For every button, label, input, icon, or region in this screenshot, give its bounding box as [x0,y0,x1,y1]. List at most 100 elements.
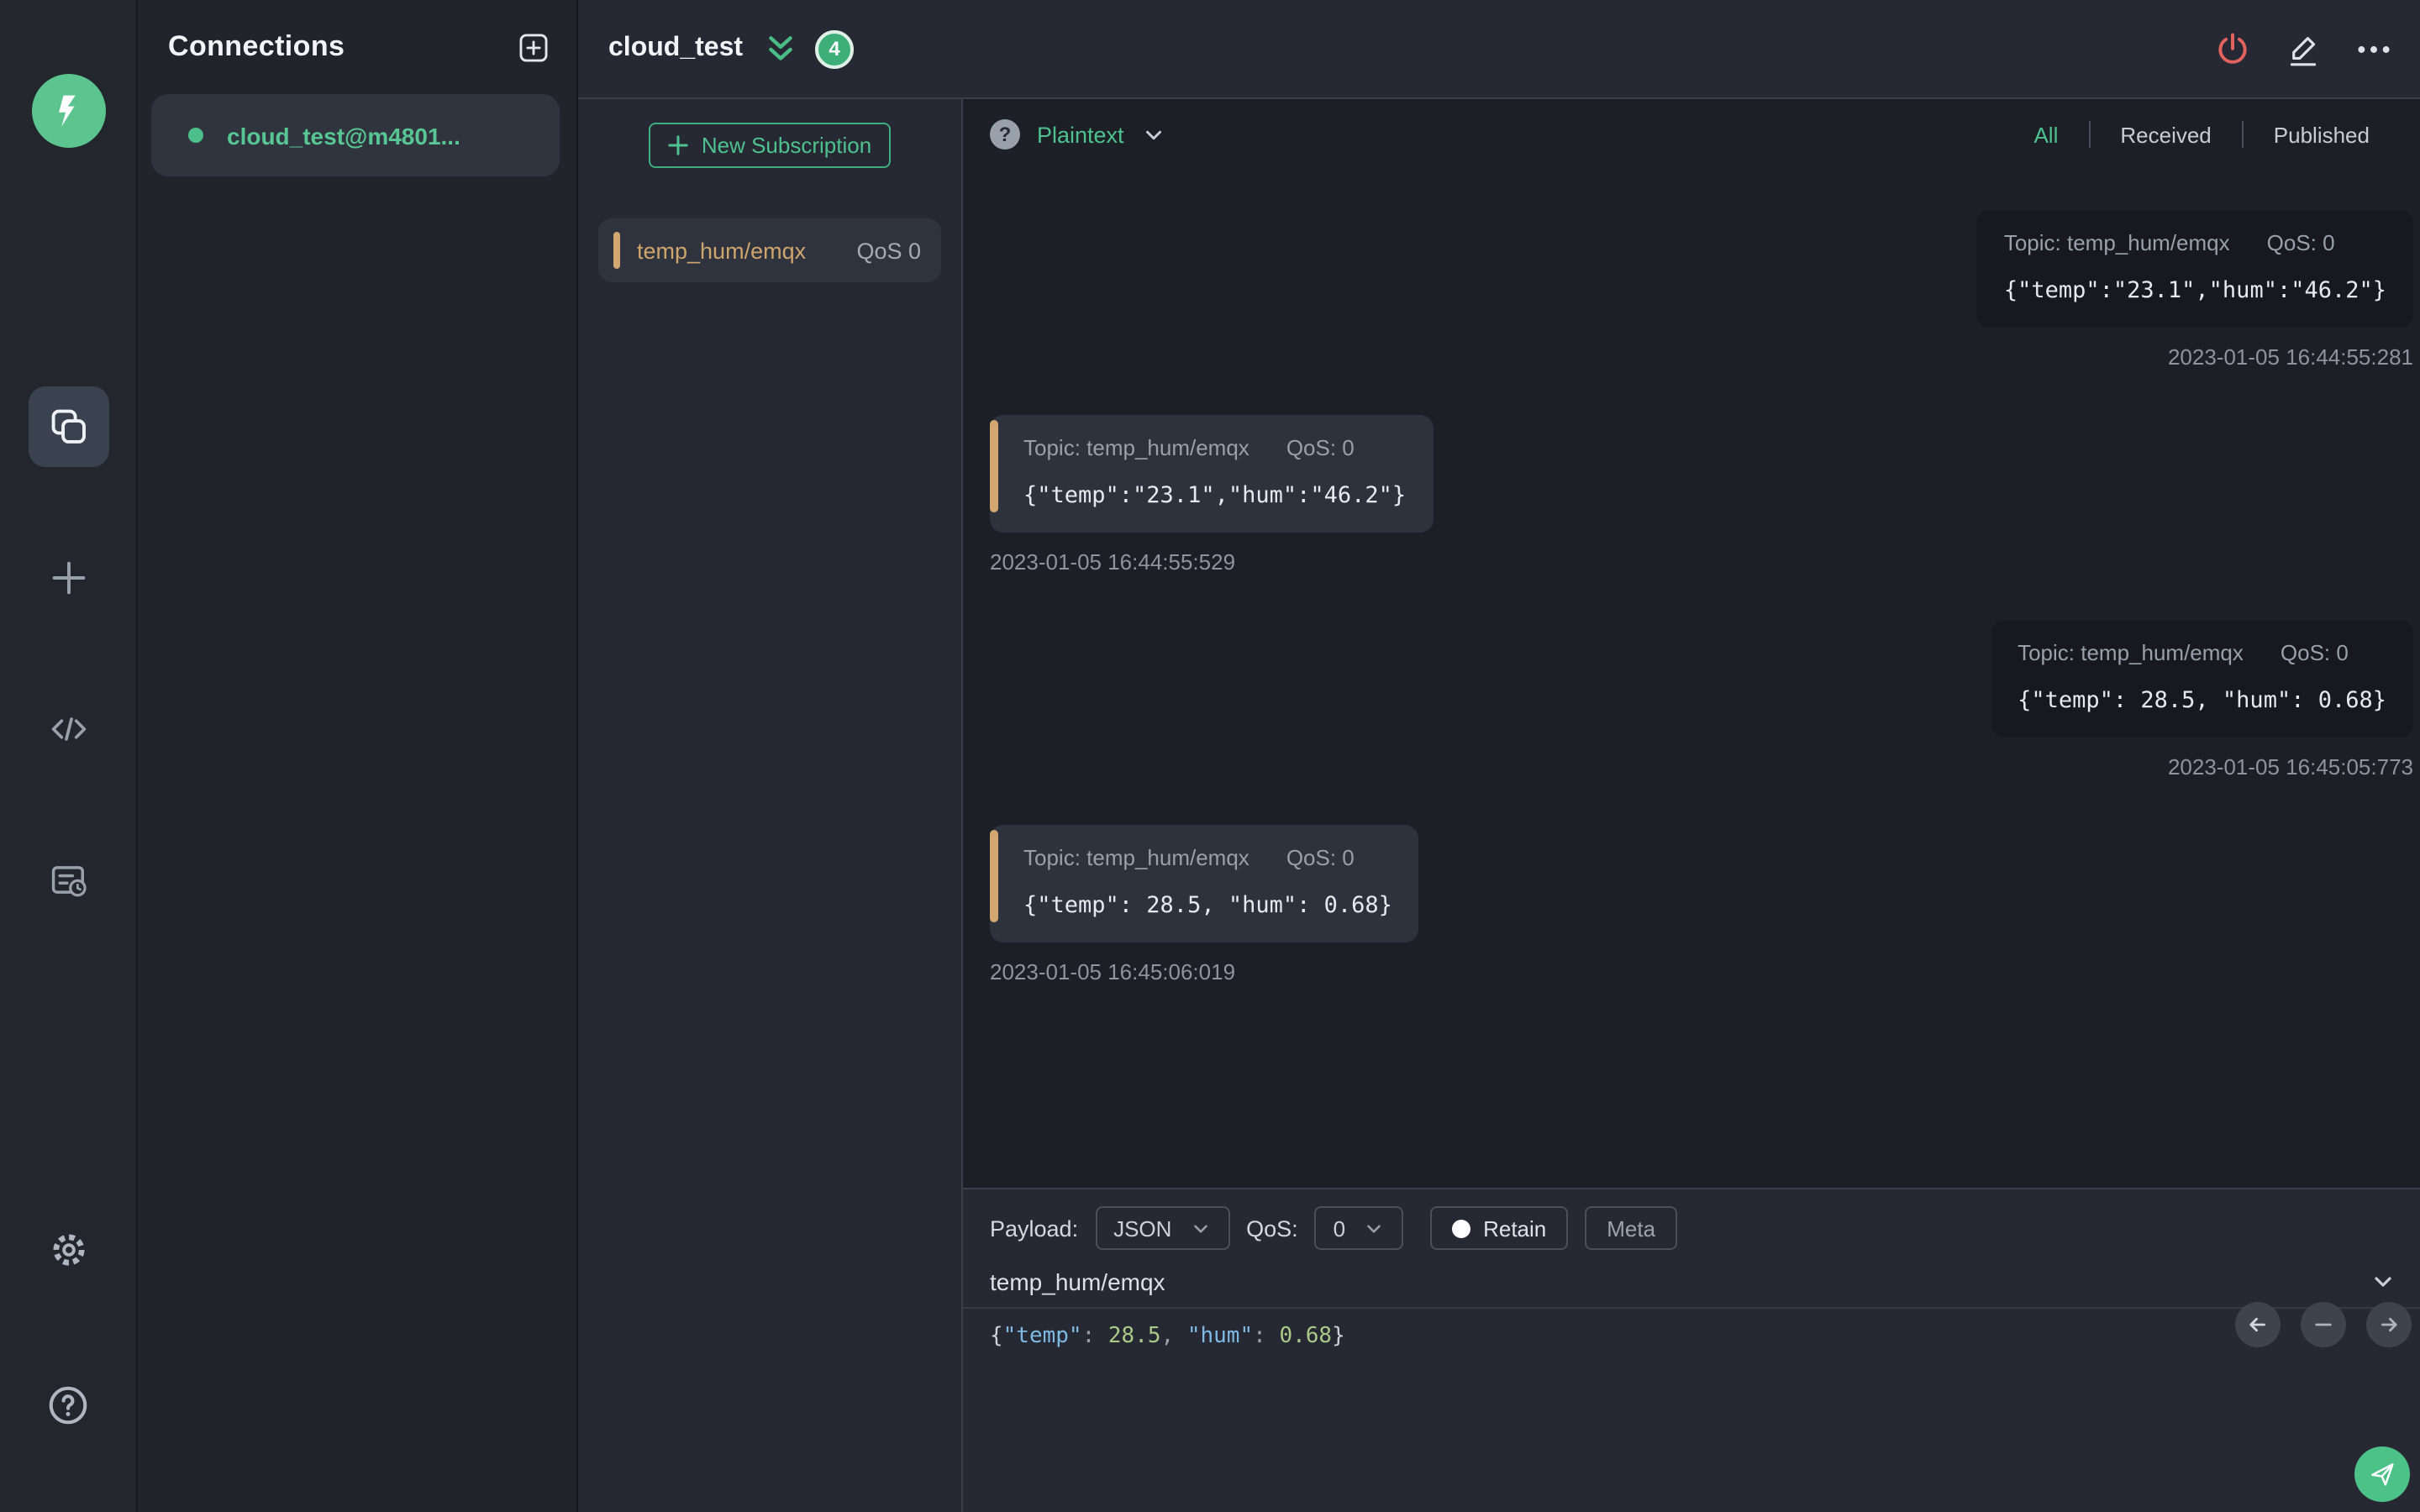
chevron-down-icon [1366,1224,1380,1232]
connection-header: cloud_test 4 [578,0,2420,99]
code-icon [50,717,86,741]
message-topic: Topic: temp_hum/emqx [2003,230,2230,255]
help-icon [49,1385,87,1424]
plus-icon [669,135,689,155]
message-card: Topic: temp_hum/emqx QoS: 0 {"temp": 28.… [1991,620,2413,738]
message-list[interactable]: Topic: temp_hum/emqx QoS: 0 {"temp":"23.… [963,170,2420,1188]
message-topic: Topic: temp_hum/emqx [1023,435,1249,460]
log-icon [50,866,86,897]
payload-editor[interactable]: {"temp": 28.5, "hum": 0.68} [963,1309,2420,1364]
send-button[interactable] [2354,1446,2410,1502]
message-timestamp: 2023-01-05 16:44:55:529 [990,549,1236,575]
meta-button[interactable]: Meta [1585,1206,1678,1250]
meta-label: Meta [1607,1215,1656,1241]
filter-tab-published[interactable]: Published [2244,122,2400,147]
sidebar-item-script[interactable] [28,689,108,769]
chevron-down-icon [1145,129,1161,139]
mqttx-logo-icon [31,74,105,148]
connection-name: cloud_test@m4801... [227,122,460,149]
sidebar-item-settings[interactable] [28,1210,108,1290]
message-accent-bar [990,830,998,922]
edit-connection-button[interactable] [2282,29,2323,69]
icon-sidebar [0,0,138,1512]
double-chevron-down-icon [769,35,792,60]
connections-icon [50,409,85,444]
subscriptions-panel: New Subscription temp_hum/emqx QoS 0 [578,99,963,1512]
message-accent-bar [990,420,998,512]
disconnect-button[interactable] [2212,29,2252,69]
sidebar-item-new-connection[interactable] [28,538,108,618]
subscription-qos: QoS 0 [856,238,921,263]
message-timestamp: 2023-01-05 16:45:05:773 [2167,754,2413,780]
history-clear-button[interactable] [2301,1302,2346,1347]
more-options-button[interactable] [2353,29,2393,69]
message-card: Topic: temp_hum/emqx QoS: 0 {"temp": 28.… [990,825,1419,942]
publish-panel: Payload: JSON QoS: 0 Retain Meta temp_hu… [963,1188,2420,1512]
qos-value: 0 [1333,1215,1346,1241]
sidebar-bottom [28,1210,108,1445]
message-timestamp: 2023-01-05 16:44:55:281 [2167,344,2413,370]
history-next-button[interactable] [2366,1302,2412,1347]
subscription-item[interactable]: temp_hum/emqx QoS 0 [598,218,941,282]
qos-label: QoS: [1246,1215,1298,1241]
retain-toggle[interactable]: Retain [1429,1206,1569,1250]
publish-topic-row: temp_hum/emqx [963,1263,2420,1309]
sidebar-item-connections[interactable] [28,386,108,467]
message-count-badge: 4 [815,29,855,68]
editor-token: } [1332,1324,1345,1349]
main-area: cloud_test 4 New Subscription temp_hum/e… [578,0,2420,1512]
message-payload: {"temp": 28.5, "hum": 0.68} [1023,892,1392,919]
message-published: Topic: temp_hum/emqx QoS: 0 {"temp":"23.… [990,210,2413,370]
connections-panel: Connections cloud_test@m4801... [138,0,578,1512]
collapse-editor-icon[interactable] [2370,1268,2396,1295]
message-qos: QoS: 0 [2266,230,2335,255]
message-payload: {"temp":"23.1","hum":"46.2"} [2003,277,2386,304]
new-subscription-label: New Subscription [701,133,872,158]
sidebar-item-log[interactable] [28,840,108,921]
arrow-right-icon [2381,1317,2397,1332]
sidebar-nav [28,386,108,921]
connections-title: Connections [168,30,345,62]
message-timestamp: 2023-01-05 16:45:06:019 [990,959,1236,984]
add-connection-button[interactable] [516,30,550,64]
plus-square-icon [518,33,547,61]
message-card: Topic: temp_hum/emqx QoS: 0 {"temp":"23.… [990,415,1434,533]
connection-title: cloud_test [608,34,744,62]
editor-token: "temp" [1002,1324,1082,1349]
format-help-icon[interactable]: ? [990,119,1020,150]
filter-tab-received[interactable]: Received [2090,122,2241,147]
sidebar-item-help[interactable] [28,1364,108,1445]
payload-format-value: JSON [1113,1215,1172,1241]
history-prev-button[interactable] [2235,1302,2281,1347]
connection-list-item[interactable]: cloud_test@m4801... [151,94,560,176]
editor-token: : [1253,1324,1280,1349]
message-card: Topic: temp_hum/emqx QoS: 0 {"temp":"23.… [1976,210,2413,328]
message-topic: Topic: temp_hum/emqx [2018,640,2244,665]
editor-token: "hum" [1186,1324,1254,1349]
messages-pane: ? Plaintext All Received Published Topic… [963,99,2420,1512]
ellipsis-icon [2357,45,2389,52]
editor-token: 0.68 [1279,1324,1333,1349]
message-qos: QoS: 0 [1286,435,1355,460]
send-plane-icon [2371,1463,2394,1486]
connection-content: New Subscription temp_hum/emqx QoS 0 ? P… [578,99,2420,1512]
qos-select[interactable]: 0 [1314,1206,1403,1250]
payload-format-dropdown[interactable]: ? Plaintext [990,119,1166,150]
payload-label: Payload: [990,1215,1079,1241]
editor-token: , [1160,1324,1187,1349]
editor-token: { [990,1324,1003,1349]
collapse-connection-button[interactable] [763,31,798,66]
retain-label: Retain [1483,1215,1547,1241]
chevron-down-icon [1193,1224,1207,1232]
payload-format-select[interactable]: JSON [1095,1206,1230,1250]
topic-input[interactable]: temp_hum/emqx [990,1268,2370,1295]
subscription-topic: temp_hum/emqx [637,238,807,263]
pencil-icon [2289,36,2316,66]
retain-dot-icon [1451,1219,1470,1237]
message-payload: {"temp": 28.5, "hum": 0.68} [2018,687,2386,714]
connection-status-dot [188,128,203,143]
subscription-accent-bar [613,232,620,269]
filter-tab-all[interactable]: All [2003,122,2088,147]
new-subscription-button[interactable]: New Subscription [649,123,891,168]
app-window: Connections cloud_test@m4801... cloud_te… [0,0,2420,1512]
